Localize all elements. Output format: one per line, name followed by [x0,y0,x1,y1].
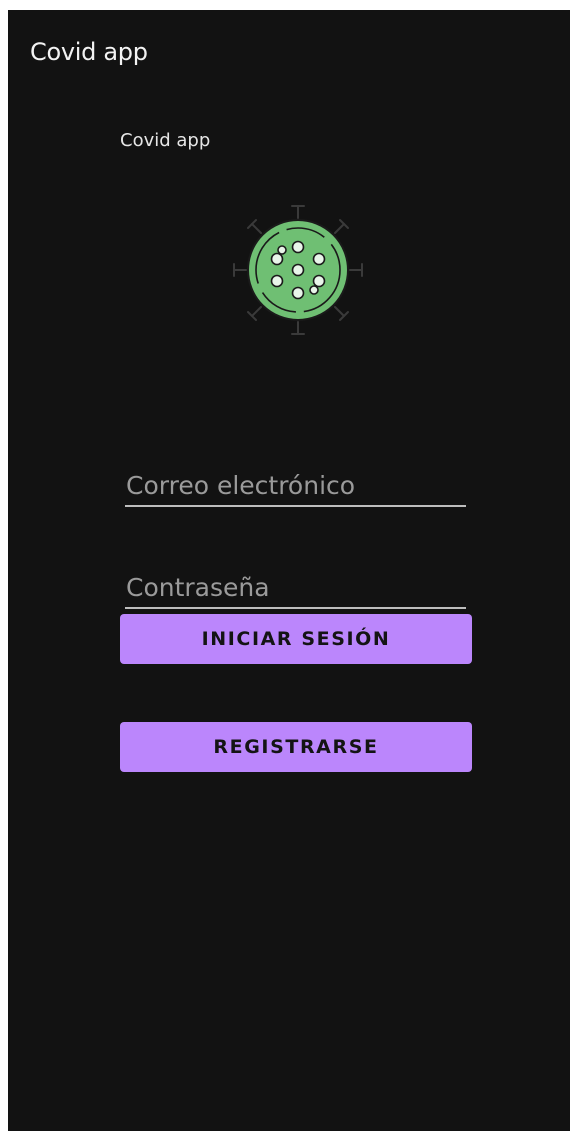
email-field-container [125,465,466,507]
register-button[interactable]: REGISTRARSE [120,722,472,772]
password-field-container [125,567,466,609]
app-label: Covid app [120,130,211,151]
virus-icon [233,205,363,335]
app-screen: Covid app Covid app Correo electrónico I… [8,10,570,1131]
password-field[interactable] [125,567,466,607]
app-bar: Covid app [8,10,570,90]
app-bar-title: Covid app [30,38,148,66]
email-field[interactable] [125,465,466,505]
login-button[interactable]: INICIAR SESIÓN [120,614,472,664]
